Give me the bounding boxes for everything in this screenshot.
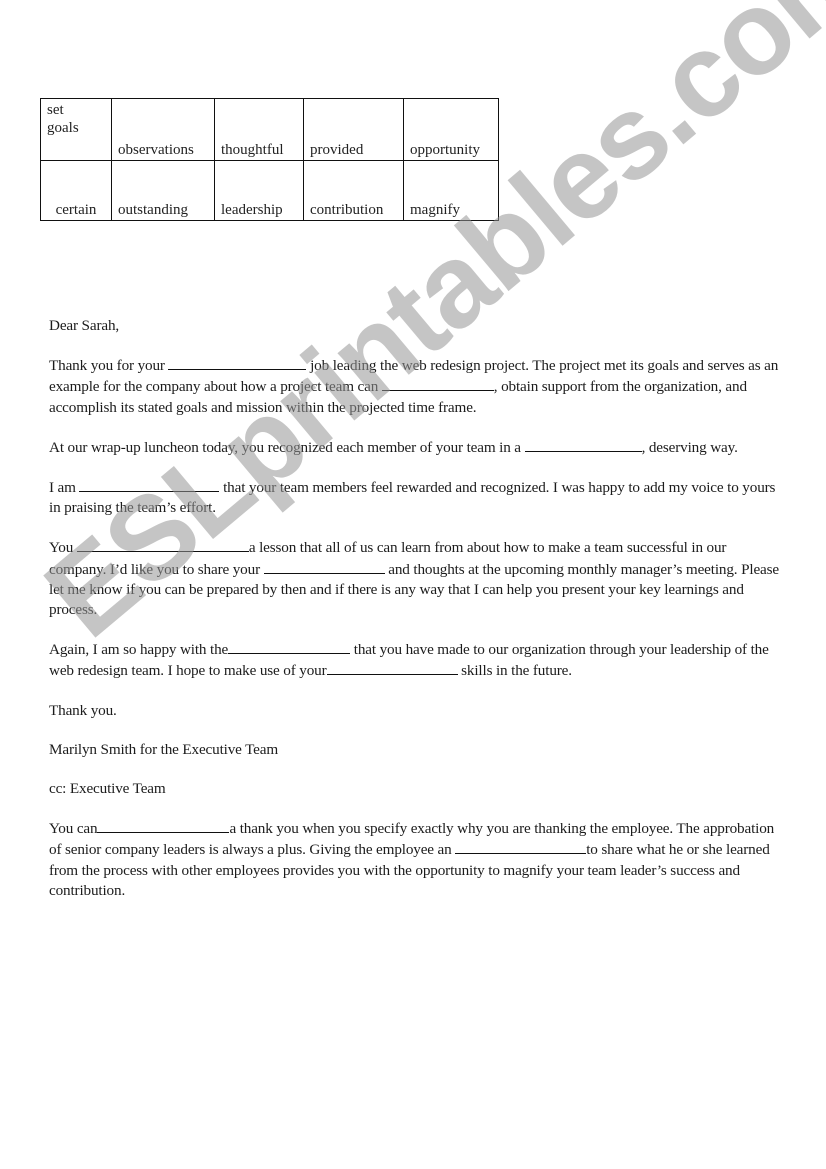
paragraph-1: Thank you for your job leading the web r… [49,355,779,418]
word-bank-cell: opportunity [403,98,499,161]
word-bank-cell: observations [111,98,215,161]
text: Again, I am so happy with the [49,641,229,659]
worksheet-page: set goals observations thoughtful provid… [0,0,826,1169]
text: , deserving way. [641,438,738,456]
word-observations: observations [118,142,194,158]
blank-2[interactable] [381,376,494,392]
word-bank-cell: contribution [303,160,404,221]
paragraph-5: Again, I am so happy with the that you h… [49,639,779,681]
word-magnify: magnify [410,202,460,218]
text: You [49,539,77,557]
word-bank-cell: outstanding [111,160,215,221]
word-outstanding: outstanding [118,202,188,218]
word-thoughtful: thoughtful [221,142,284,158]
note-paragraph: You can a thank you when you specify exac… [49,818,779,901]
word-bank-cell: leadership [214,160,304,221]
word-certain: certain [55,202,97,218]
word-set-goals: set goals [47,102,79,136]
blank-8[interactable] [326,660,458,676]
word-bank-cell: certain [40,160,112,221]
closing: Thank you. [49,701,117,719]
word-bank-row: certain outstanding leadership contribut… [40,160,499,221]
blank-3[interactable] [524,437,642,452]
word-provided: provided [310,142,364,158]
signature: Marilyn Smith for the Executive Team [49,740,279,758]
paragraph-4: You a lesson that all of us can learn fr… [49,537,779,620]
blank-1[interactable] [168,355,307,371]
word-bank-cell: thoughtful [214,98,304,161]
blank-6[interactable] [263,559,385,574]
word-bank-table: set goals observations thoughtful provid… [40,98,499,221]
word-bank-cell: provided [303,98,404,161]
letter-body: Dear Sarah, Thank you for your job leadi… [49,316,779,920]
text: You can [49,820,98,838]
text: skills in the future. [457,662,572,680]
greeting: Dear Sarah, [49,317,120,334]
text: At our wrap-up luncheon today, you recog… [49,438,525,456]
text: I am [49,479,80,497]
blank-7[interactable] [228,639,351,655]
blank-10[interactable] [455,839,587,855]
word-leadership: leadership [221,202,283,218]
blank-5[interactable] [76,537,249,553]
blank-4[interactable] [79,477,220,493]
text: Thank you for your [49,357,169,375]
paragraph-2: At our wrap-up luncheon today, you recog… [49,437,779,458]
cc-line: cc: Executive Team [49,780,166,798]
word-contribution: contribution [310,202,384,218]
blank-9[interactable] [97,818,230,834]
word-bank-cell: set goals [40,98,112,161]
word-bank-row: set goals observations thoughtful provid… [40,98,499,161]
word-bank-cell: magnify [403,160,499,221]
word-opportunity: opportunity [410,142,480,158]
paragraph-3: I am that your team members feel rewarde… [49,477,779,518]
